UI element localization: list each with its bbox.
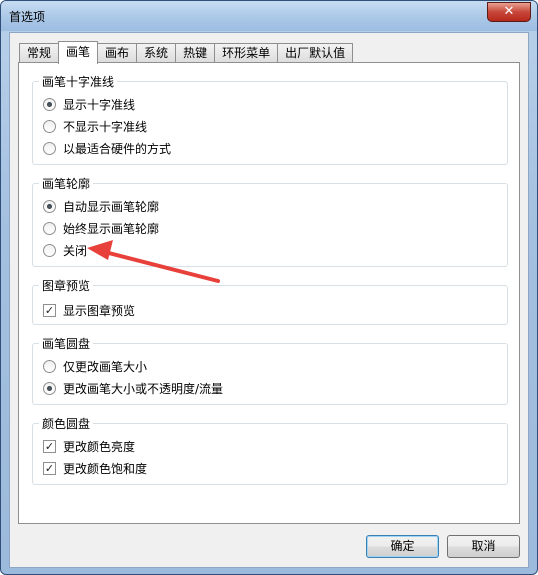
tab-brush[interactable]: 画笔 <box>58 41 99 64</box>
check-icon[interactable]: ✓ <box>43 439 56 453</box>
tab-system[interactable]: 系统 <box>136 43 177 63</box>
radio-button[interactable] <box>43 141 56 155</box>
tab-factory-defaults[interactable]: 出厂默认值 <box>277 43 354 63</box>
title-bar[interactable]: 首选项 ✕ <box>1 1 537 31</box>
group-crosshair: 画笔十字准线 显示十字准线 不显示十字准线 以最适合硬件的方式 <box>32 73 508 165</box>
checkbox-show-stamp-preview[interactable]: ✓ 显示图章预览 <box>43 302 135 318</box>
dialog-client-area: 常规 画笔 画布 系统 热键 环形菜单 出厂默认值 画笔十字准线 显示十字准线 … <box>9 32 529 568</box>
radio-size-only[interactable]: 仅更改画笔大小 <box>43 358 147 374</box>
option-label: 显示图章预览 <box>63 303 136 318</box>
close-icon: ✕ <box>503 4 515 19</box>
tab-ring-menu[interactable]: 环形菜单 <box>214 43 279 63</box>
option-label: 仅更改画笔大小 <box>63 359 148 374</box>
option-label: 更改画笔大小或不透明度/流量 <box>63 381 224 396</box>
radio-always-outline[interactable]: 始终显示画笔轮廓 <box>43 220 159 236</box>
radio-button[interactable] <box>43 199 56 213</box>
cancel-button[interactable]: 取消 <box>447 535 520 558</box>
radio-outline-off[interactable]: 关闭 <box>43 242 87 258</box>
radio-button[interactable] <box>43 119 56 133</box>
preferences-window: 首选项 ✕ 常规 画笔 画布 系统 热键 环形菜单 出厂默认值 画笔十字准线 显… <box>0 0 538 575</box>
brush-settings-panel: 画笔十字准线 显示十字准线 不显示十字准线 以最适合硬件的方式 画笔轮廓 自动显… <box>18 62 520 524</box>
radio-hide-crosshair[interactable]: 不显示十字准线 <box>43 118 147 134</box>
option-label: 自动显示画笔轮廓 <box>63 199 160 214</box>
checkbox-color-saturation[interactable]: ✓ 更改颜色饱和度 <box>43 460 147 476</box>
option-label: 不显示十字准线 <box>63 119 148 134</box>
radio-show-crosshair[interactable]: 显示十字准线 <box>43 96 135 112</box>
radio-hardware-crosshair[interactable]: 以最适合硬件的方式 <box>43 140 171 156</box>
tab-hotkeys[interactable]: 热键 <box>175 43 216 63</box>
option-label: 关闭 <box>63 243 88 258</box>
tab-strip: 常规 画笔 画布 系统 热键 环形菜单 出厂默认值 <box>19 41 354 64</box>
check-icon[interactable]: ✓ <box>43 303 56 317</box>
option-label: 显示十字准线 <box>63 97 136 112</box>
option-label: 以最适合硬件的方式 <box>63 141 172 156</box>
group-brush-puck: 画笔圆盘 仅更改画笔大小 更改画笔大小或不透明度/流量 <box>32 335 508 405</box>
option-label: 更改颜色亮度 <box>63 439 136 454</box>
group-brush-outline: 画笔轮廓 自动显示画笔轮廓 始终显示画笔轮廓 关闭 <box>32 175 508 267</box>
radio-button[interactable] <box>43 97 56 111</box>
group-color-puck: 颜色圆盘 ✓ 更改颜色亮度 ✓ 更改颜色饱和度 <box>32 415 508 485</box>
group-title: 画笔十字准线 <box>39 73 118 90</box>
tab-general[interactable]: 常规 <box>19 43 60 63</box>
group-title: 图章预览 <box>39 277 94 294</box>
option-label: 始终显示画笔轮廓 <box>63 221 160 236</box>
check-icon[interactable]: ✓ <box>43 461 56 475</box>
window-title: 首选项 <box>9 10 46 24</box>
option-label: 更改颜色饱和度 <box>63 461 148 476</box>
radio-button[interactable] <box>43 359 56 373</box>
group-stamp-preview: 图章预览 ✓ 显示图章预览 <box>32 277 508 325</box>
radio-button[interactable] <box>43 243 56 257</box>
close-button[interactable]: ✕ <box>487 2 531 22</box>
radio-button[interactable] <box>43 381 56 395</box>
group-title: 颜色圆盘 <box>39 415 94 432</box>
tab-canvas[interactable]: 画布 <box>97 43 138 63</box>
group-title: 画笔圆盘 <box>39 335 94 352</box>
group-title: 画笔轮廓 <box>39 175 94 192</box>
checkbox-color-brightness[interactable]: ✓ 更改颜色亮度 <box>43 438 135 454</box>
ok-button[interactable]: 确定 <box>366 535 439 558</box>
radio-size-or-opacity[interactable]: 更改画笔大小或不透明度/流量 <box>43 380 223 396</box>
radio-auto-outline[interactable]: 自动显示画笔轮廓 <box>43 198 159 214</box>
radio-button[interactable] <box>43 221 56 235</box>
